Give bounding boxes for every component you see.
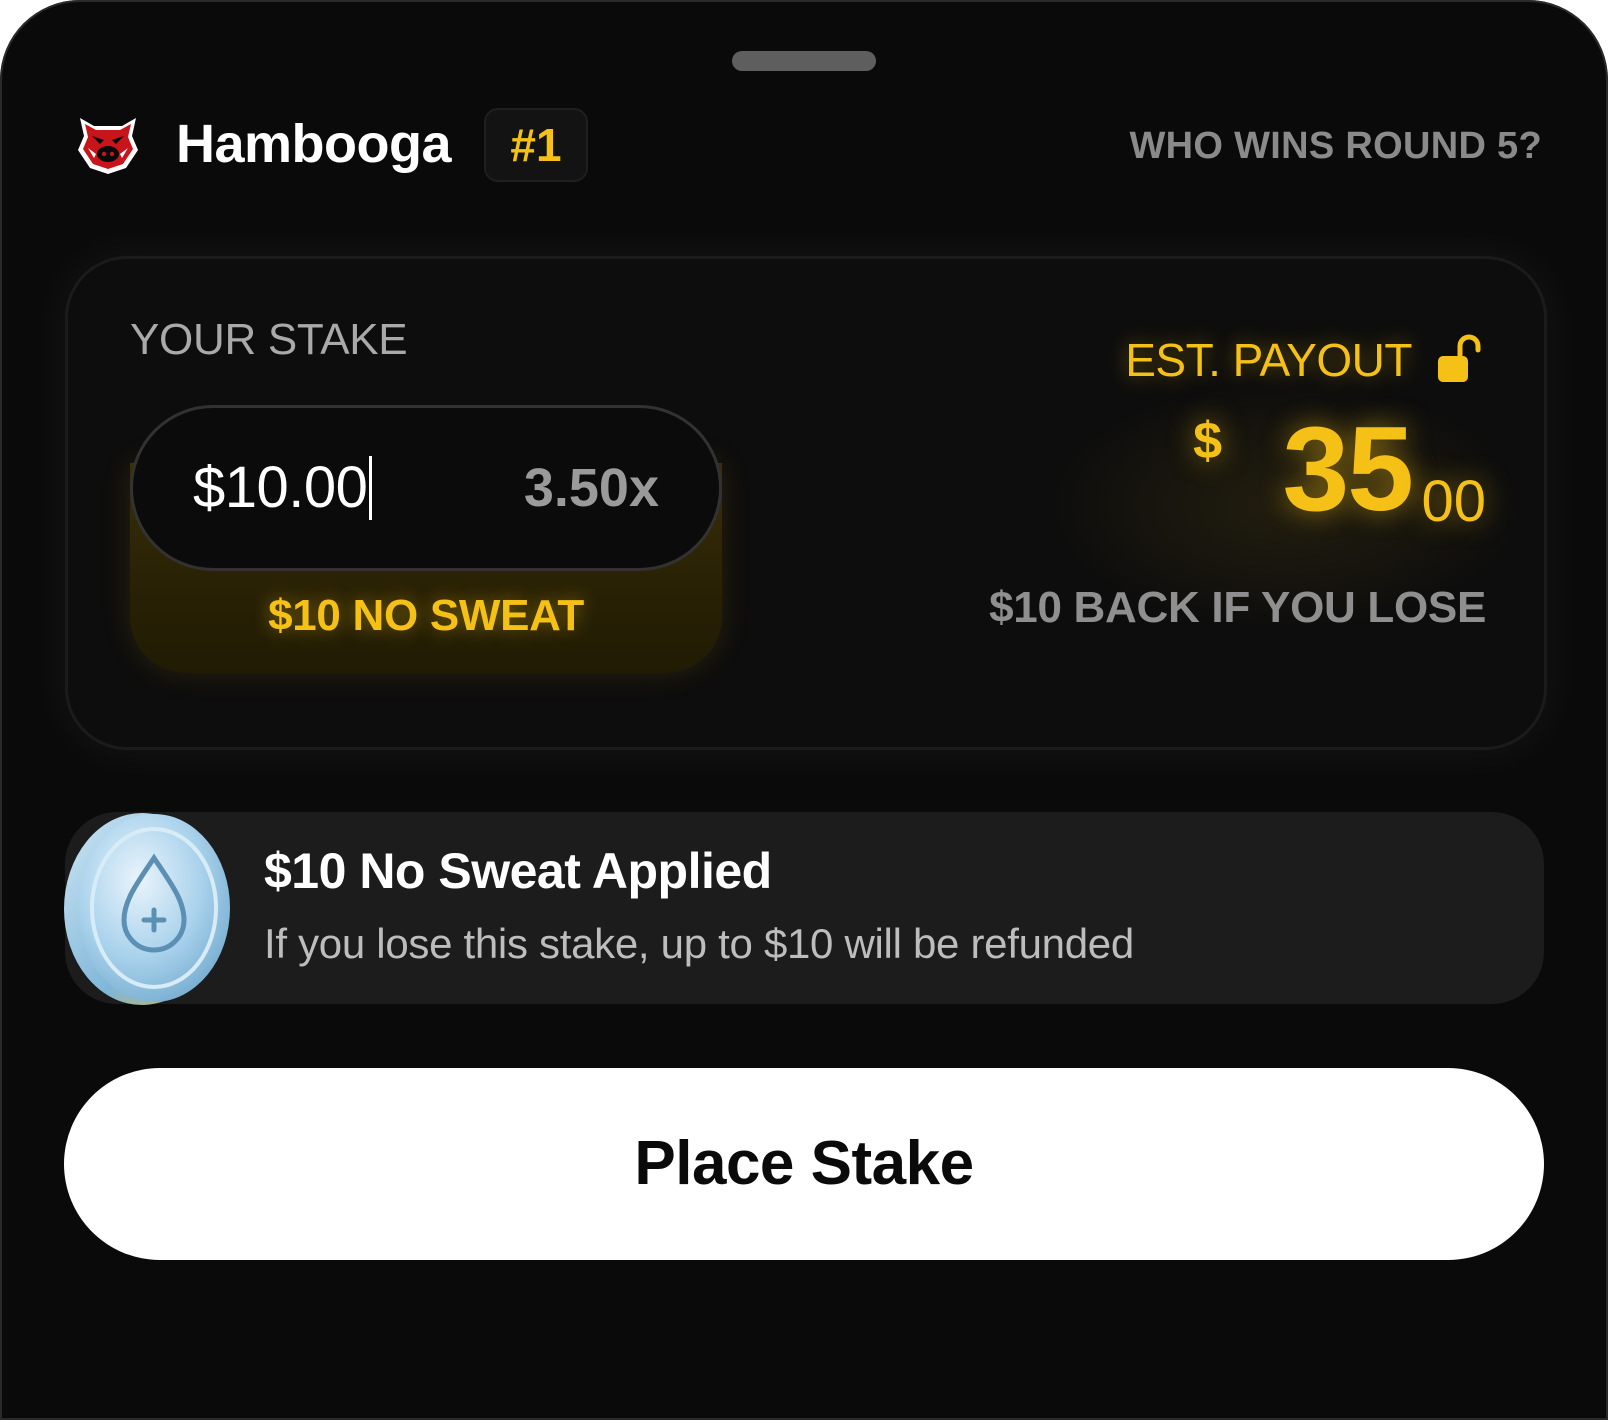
place-stake-button[interactable]: Place Stake [64,1068,1544,1260]
payout-section: EST. PAYOUT $ 35 00 $10 BACK IF YOU LOSE [886,325,1516,665]
no-sweat-coin-icon [64,813,230,1005]
drag-handle[interactable] [732,51,876,71]
team-name: Hambooga [176,114,452,174]
applied-title: $10 No Sweat Applied [264,843,772,899]
no-sweat-promo-label: $10 NO SWEAT [268,591,584,640]
payout-label-row: EST. PAYOUT [1125,325,1486,395]
applied-description: If you lose this stake, up to $10 will b… [264,920,1134,967]
stake-amount-value[interactable]: $10.00 [193,408,373,568]
payout-cents: 00 [1421,469,1486,534]
refund-note: $10 BACK IF YOU LOSE [989,583,1486,632]
unlocked-padlock-icon [1438,334,1481,382]
stake-card: YOUR STAKE $10.00 3.50x $10 NO SWEAT EST… [65,256,1547,750]
header: Hambooga #1 WHO WINS ROUND 5? [74,108,1542,182]
market-question: WHO WINS ROUND 5? [1129,125,1542,167]
boar-mascot-icon [78,118,138,174]
stake-input[interactable]: $10.00 3.50x [130,405,722,571]
payout-label: EST. PAYOUT [1125,334,1412,386]
text-caret [369,455,373,520]
rank-badge: #1 [484,108,588,182]
odds-value: 3.50x [523,458,659,518]
bet-slip-sheet: Hambooga #1 WHO WINS ROUND 5? YOUR STAKE… [0,0,1608,1420]
stake-amount-text: $10.00 [193,455,368,520]
payout-whole: 35 [1282,402,1414,536]
stake-label: YOUR STAKE [130,315,408,364]
stake-box: $10.00 3.50x $10 NO SWEAT [130,405,722,673]
no-sweat-applied-banner [65,812,1544,1004]
payout-currency: $ [1193,412,1222,470]
